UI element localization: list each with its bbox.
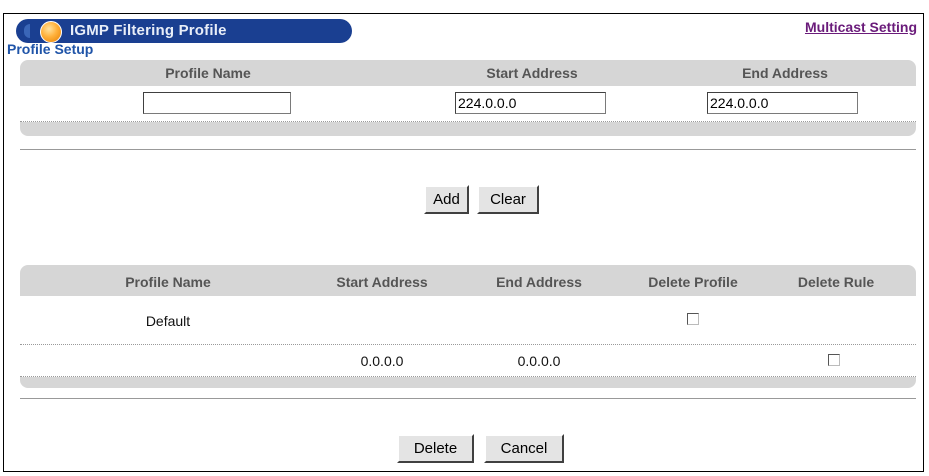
table-header: Profile Name Start Address End Address bbox=[20, 60, 916, 86]
column-header-end-address: End Address bbox=[742, 65, 828, 81]
end-address-input[interactable] bbox=[707, 92, 858, 114]
title-bar: IGMP Filtering Profile bbox=[16, 19, 352, 43]
delete-profile-checkbox[interactable] bbox=[687, 313, 699, 325]
delete-button[interactable]: Delete bbox=[397, 434, 474, 463]
start-address-input[interactable] bbox=[455, 92, 606, 114]
column-header-profile-name: Profile Name bbox=[165, 65, 251, 81]
table-row bbox=[20, 86, 916, 122]
page-title: IGMP Filtering Profile bbox=[70, 22, 227, 39]
column-header-delete-profile: Delete Profile bbox=[648, 274, 738, 290]
column-header-delete-rule: Delete Rule bbox=[797, 274, 875, 290]
column-header-start-address: Start Address bbox=[486, 65, 578, 81]
column-header-end-address: End Address bbox=[496, 274, 582, 290]
divider bbox=[20, 149, 916, 150]
clear-button[interactable]: Clear bbox=[477, 185, 539, 214]
profiles-table: Profile Name Start Address End Address D… bbox=[20, 265, 916, 388]
add-button[interactable]: Add bbox=[424, 185, 469, 214]
table-header: Profile Name Start Address End Address D… bbox=[20, 265, 916, 296]
profile-setup-table: Profile Name Start Address End Address bbox=[20, 60, 916, 136]
table-row: Default bbox=[20, 296, 916, 345]
divider bbox=[20, 398, 916, 399]
start-address-cell: 0.0.0.0 bbox=[360, 353, 404, 369]
profile-name-input[interactable] bbox=[143, 92, 291, 114]
profile-name-cell: Default bbox=[145, 313, 191, 329]
column-header-profile-name: Profile Name bbox=[125, 274, 211, 290]
end-address-cell: 0.0.0.0 bbox=[517, 353, 561, 369]
section-title: Profile Setup bbox=[7, 41, 94, 57]
delete-rule-checkbox[interactable] bbox=[828, 354, 840, 366]
multicast-setting-link[interactable]: Multicast Setting bbox=[805, 19, 917, 35]
title-bar-edge bbox=[24, 24, 30, 38]
cancel-button[interactable]: Cancel bbox=[484, 434, 564, 463]
column-header-start-address: Start Address bbox=[336, 274, 428, 290]
orb-icon bbox=[40, 21, 62, 43]
table-row: 0.0.0.0 0.0.0.0 bbox=[20, 345, 916, 377]
